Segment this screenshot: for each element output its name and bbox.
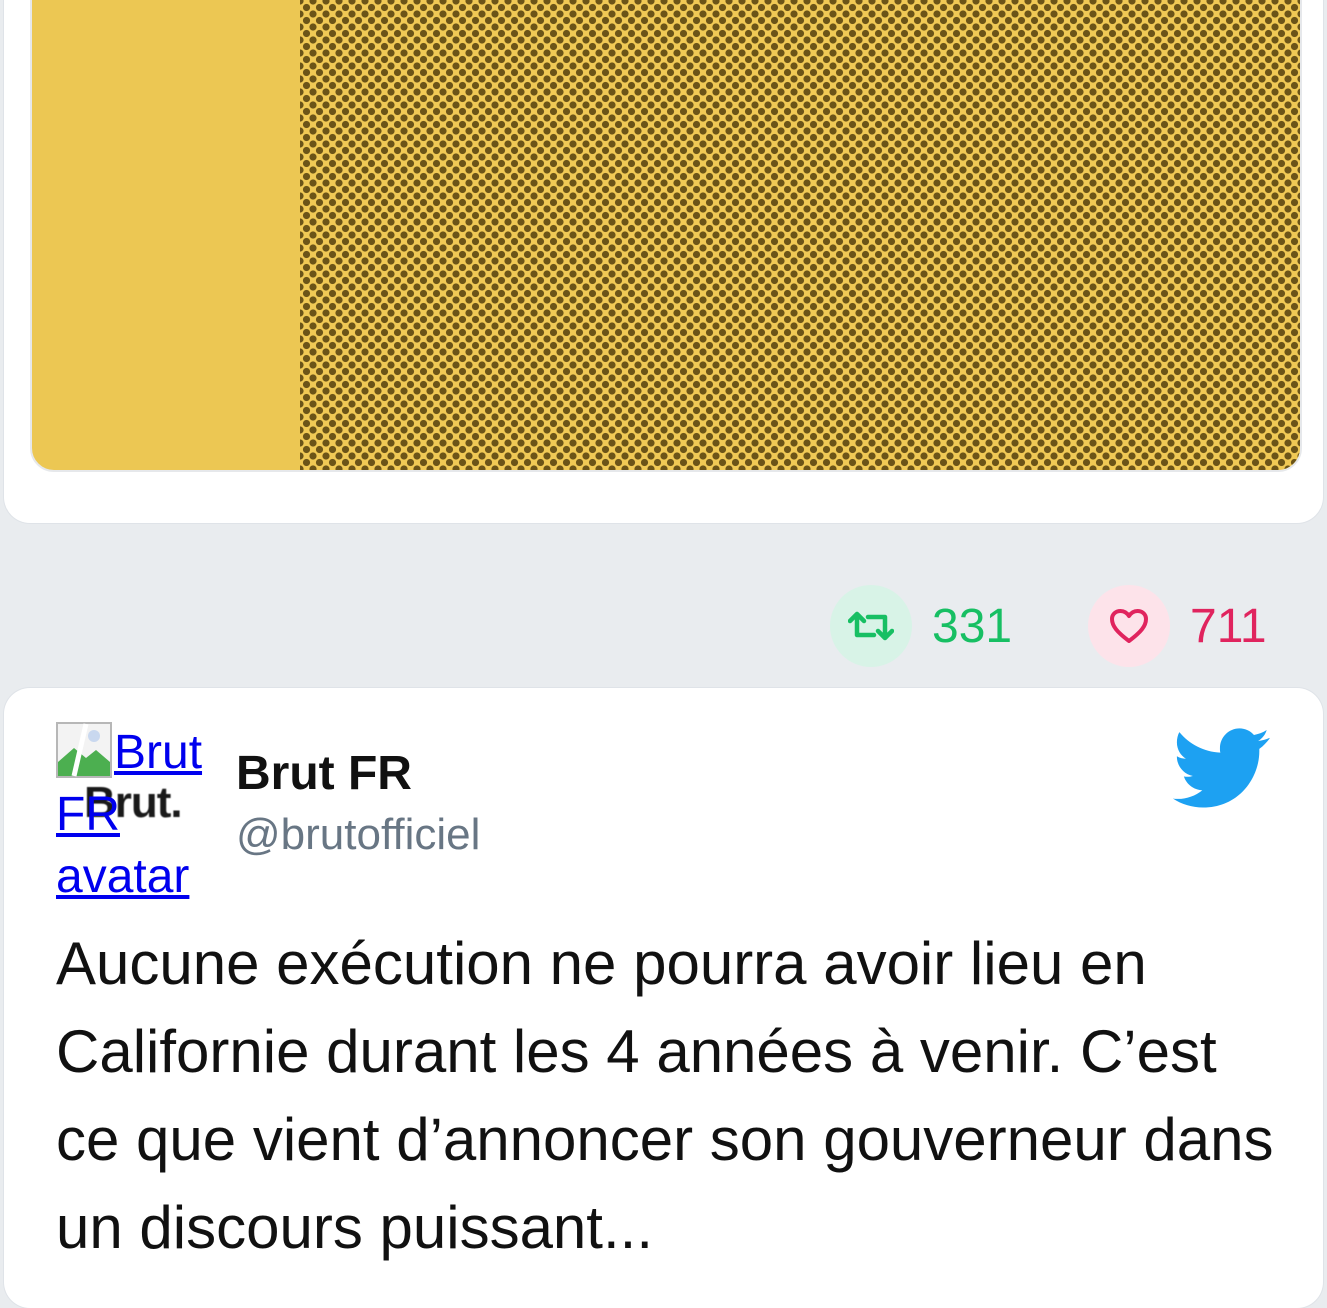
author-handle[interactable]: @brutofficiel: [236, 810, 480, 860]
previous-tweet-card: [4, 0, 1323, 523]
like-count: 711: [1190, 599, 1267, 653]
retweet-stat[interactable]: 331: [830, 584, 1012, 668]
twitter-bird-icon[interactable]: [1172, 728, 1272, 810]
author-name[interactable]: Brut FR: [236, 746, 412, 801]
retweet-icon[interactable]: [830, 585, 912, 667]
tweet-card: Brut. Brut FR avatar Brut FR @brutoffici…: [4, 688, 1323, 1308]
tweet-text: Aucune exécution ne pourra avoir lieu en…: [56, 930, 1274, 1261]
tweet-media-image[interactable]: [30, 0, 1302, 472]
retweet-count: 331: [932, 599, 1013, 653]
like-stat[interactable]: 711: [1088, 584, 1267, 668]
avatar-alt-text[interactable]: Brut FR avatar: [56, 722, 218, 908]
tweet-stats-bar: 331 711: [0, 584, 1327, 668]
media-pattern: [300, 0, 1300, 470]
author-avatar-link[interactable]: Brut. Brut FR avatar: [56, 722, 218, 903]
heart-icon[interactable]: [1088, 585, 1170, 667]
